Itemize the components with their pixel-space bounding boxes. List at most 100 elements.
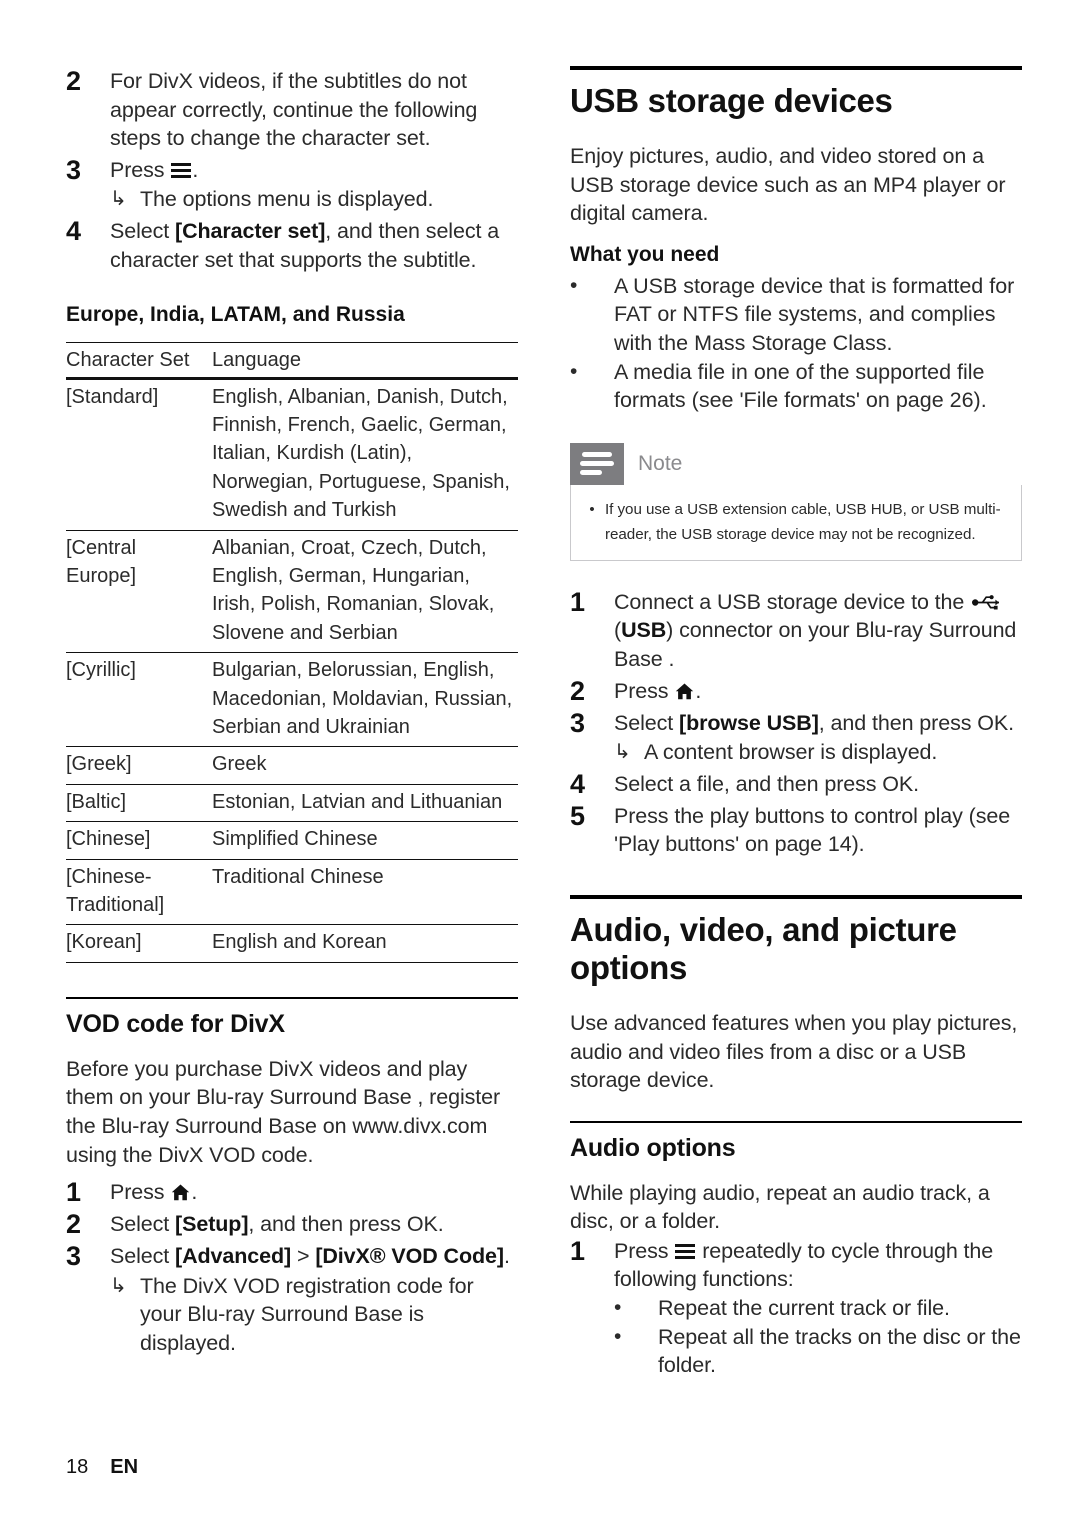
table-row: [Baltic] Estonian, Latvian and Lithuania… [66,784,518,822]
charset-table-title: Europe, India, LATAM, and Russia [66,303,405,327]
chapter-heading-avp: Audio, video, and picture options [570,910,957,986]
step-number: 1 [66,1177,82,1208]
table-row: [Central Europe] Albanian, Croat, Czech,… [66,530,518,653]
note-box: Note • If you use a USB extension cable,… [570,442,1022,561]
page-language-code: EN [110,1456,139,1478]
list-item-text: Repeat all the tracks on the disc or the… [658,1324,1021,1378]
note-label: Note [638,451,683,475]
section-divider [570,1120,1022,1123]
left-column: 2 For DivX videos, if the subtitles do n… [66,66,518,1360]
step-result-text: A content browser is displayed. [644,740,938,765]
chapter-heading-usb: USB storage devices [570,82,893,119]
cell-language: English, Albanian, Danish, Dutch, Finnis… [212,385,510,522]
step-number: 4 [66,215,82,246]
step-item: 4 Select [Character set], and then selec… [66,216,518,274]
menu-icon [171,162,192,178]
arrow-icon: ↳ [110,1274,127,1297]
step-number: 2 [66,66,82,96]
step-item: 1 Connect a USB storage device to the (U… [570,587,1022,674]
connector-label: USB [621,618,667,643]
step-text: Press repeatedly to cycle through the fo… [614,1236,1022,1380]
step-text: Select [Character set], and then select … [110,216,518,274]
page-number: 18 [66,1456,89,1478]
table-header-language: Language [212,342,518,380]
note-content: • If you use a USB extension cable, USB … [570,484,1022,561]
usb-icon [972,594,1000,610]
bullet-icon: • [570,273,578,297]
cell-character-set: [Chinese] [66,828,151,851]
step-text-before: Press [110,1180,165,1205]
note-list-item-text: If you use a USB extension cable, USB HU… [605,500,1001,543]
step-text-after: . [191,1180,198,1205]
step-item: 3 Select [browse USB], and then press OK… [570,708,1022,767]
chapter-divider [570,66,1022,70]
menu-icon [675,1243,696,1259]
step-item: 4 Select a file, and then press OK. [570,769,1022,799]
section-heading-vod: VOD code for DivX [66,1009,285,1038]
right-column: USB storage devices Enjoy pictures, audi… [570,66,1022,1382]
step-result-text: The options menu is displayed. [140,187,434,212]
step-text-after: , and then press OK. [248,1212,444,1237]
step-result-text: The DivX VOD registration code for your … [140,1273,474,1356]
list-item: • A USB storage device that is formatted… [570,272,1022,358]
note-icon [570,442,624,485]
step-text: Select [browse USB], and then press OK. … [614,708,1022,767]
cell-language: Estonian, Latvian and Lithuanian [212,790,503,813]
bullet-icon: • [570,359,578,383]
cell-language: Greek [212,753,267,776]
step-number: 2 [570,675,586,706]
step-text-after: . [192,157,199,182]
step-text: Press . [614,676,1022,706]
table-header-character-set: Character Set [66,342,212,380]
cell-language: Bulgarian, Belorussian, English, Macedon… [212,659,513,739]
bullet-icon: • [614,1324,622,1348]
home-icon [172,1184,190,1201]
step-item: 2 Press . [570,676,1022,706]
cell-language: English and Korean [212,931,387,954]
step-result: ↳ A content browser is displayed. [614,738,1022,767]
step-number: 1 [570,1235,586,1266]
step-text: Select [Advanced] > [DivX® VOD Code]. ↳ … [110,1241,518,1357]
cell-character-set: [Baltic] [66,790,127,813]
step-text-mid: ( [614,618,622,643]
step-item: 3 Select [Advanced] > [DivX® VOD Code]. … [66,1241,518,1357]
step-text: Press . [110,1177,518,1207]
step-number: 3 [66,154,82,185]
step-number: 4 [570,768,586,799]
step-text-after: repeatedly to cycle through the followin… [614,1238,994,1292]
charset-table: Character Set Language [Standard] Englis… [66,342,518,963]
arrow-icon: ↳ [614,741,631,764]
step-number: 1 [570,586,586,617]
subheading-what-you-need: What you need [570,242,720,266]
table-row: [Cyrillic] Bulgarian, Belorussian, Engli… [66,653,518,747]
step-item: 2 Select [Setup], and then press OK. [66,1209,518,1239]
step-text-after: . [695,678,702,703]
step-text-mid: > [291,1244,316,1269]
step-item: 1 Press . [66,1177,518,1207]
manual-page: 2 For DivX videos, if the subtitles do n… [0,0,1080,1527]
step-text: Select [Setup], and then press OK. [110,1209,518,1239]
home-icon [676,683,694,699]
list-item: • A media file in one of the supported f… [570,358,1022,415]
table-header-row: Character Set Language [66,342,518,380]
audio-options-intro: While playing audio, repeat an audio tra… [570,1180,990,1234]
menu-path-label: [browse USB] [679,710,819,735]
chapter-divider [570,894,1022,899]
step-text-before: Select [614,710,680,735]
cell-language: Simplified Chinese [212,828,378,851]
step-text-before: Connect a USB storage device to the [614,589,971,614]
cell-character-set: [Cyrillic] [66,659,136,682]
cell-character-set: [Chinese-Traditional] [66,865,165,917]
step-text: Connect a USB storage device to the (USB… [614,587,1022,674]
page-footer: 18 EN [66,1456,138,1479]
step-text-before: Press [614,1238,669,1263]
usb-intro-paragraph: Enjoy pictures, audio, and video stored … [570,144,1006,226]
cell-character-set: [Central Europe] [66,536,137,587]
section-divider [66,996,518,999]
bullet-icon: • [589,500,595,518]
list-item-text: Repeat the current track or file. [658,1296,950,1321]
table-row: [Chinese] Simplified Chinese [66,822,518,860]
avp-intro-paragraph: Use advanced features when you play pict… [570,1010,1018,1093]
table-row: [Chinese-Traditional] Traditional Chines… [66,859,518,925]
step-number: 2 [66,1209,82,1240]
